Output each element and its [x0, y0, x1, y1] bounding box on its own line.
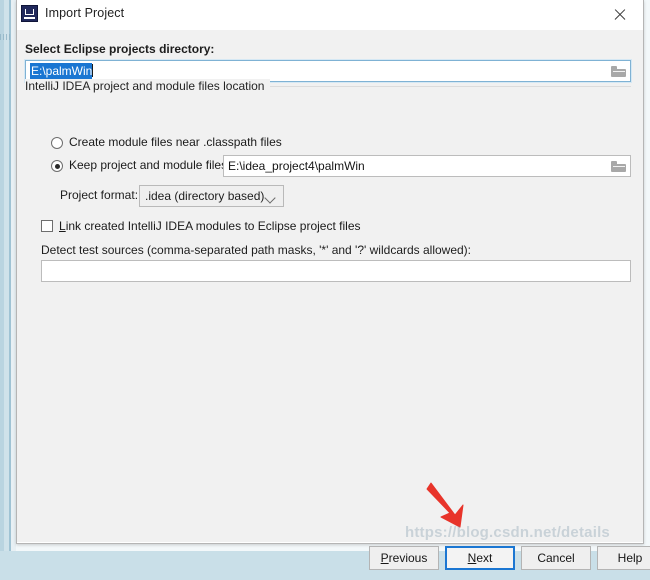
radio-label: Keep project and module files in [69, 158, 240, 172]
radio-indicator [51, 137, 63, 149]
previous-button[interactable]: Previous [369, 546, 439, 570]
directory-browse-button[interactable] [608, 60, 630, 82]
group-title: IntelliJ IDEA project and module files l… [25, 79, 270, 93]
button-label-rest: revious [389, 551, 428, 565]
checkbox-indicator [41, 220, 53, 232]
dialog-button-row: Previous Next Cancel Help [17, 546, 643, 580]
next-button[interactable]: Next [445, 546, 515, 570]
chevron-down-icon [264, 192, 275, 203]
label-rest: ink created IntelliJ IDEA modules to Ecl… [66, 219, 361, 233]
folder-browse-icon [611, 161, 626, 172]
detect-test-sources-label: Detect test sources (comma-separated pat… [41, 243, 471, 257]
cancel-button[interactable]: Cancel [521, 546, 591, 570]
directory-label: Select Eclipse projects directory: [25, 42, 214, 56]
button-label-rest: ext [476, 551, 492, 565]
module-files-browse-button[interactable] [608, 155, 630, 177]
mnemonic-letter: P [381, 551, 389, 565]
directory-input-value: E:\palmWin [30, 63, 92, 79]
project-format-label: Project format: [60, 188, 138, 202]
radio-label: Create module files near .classpath file… [69, 135, 282, 149]
intellij-idea-icon [21, 5, 38, 22]
text-caret [92, 64, 93, 77]
module-files-path-input[interactable]: E:\idea_project4\palmWin [223, 155, 631, 177]
mnemonic-letter: N [468, 551, 477, 565]
background-texture [0, 34, 12, 40]
mnemonic-letter: L [59, 219, 66, 233]
close-icon[interactable] [598, 0, 643, 29]
detect-test-sources-input[interactable] [41, 260, 631, 282]
radio-indicator [51, 160, 63, 172]
intellij-glyph-u [25, 9, 34, 15]
folder-browse-icon [611, 66, 626, 77]
title-bar: Import Project [17, 0, 643, 30]
project-format-value: .idea (directory based) [145, 189, 264, 203]
import-project-dialog: Import Project Select Eclipse projects d… [16, 0, 644, 544]
help-button[interactable]: Help [597, 546, 650, 570]
intellij-glyph-bar [24, 17, 35, 19]
link-modules-checkbox-label: Link created IntelliJ IDEA modules to Ec… [59, 219, 361, 233]
project-format-select[interactable]: .idea (directory based) [139, 185, 284, 207]
window-title: Import Project [45, 6, 124, 20]
dialog-body: Select Eclipse projects directory: E:\pa… [17, 29, 643, 542]
module-files-path-value: E:\idea_project4\palmWin [228, 159, 365, 173]
